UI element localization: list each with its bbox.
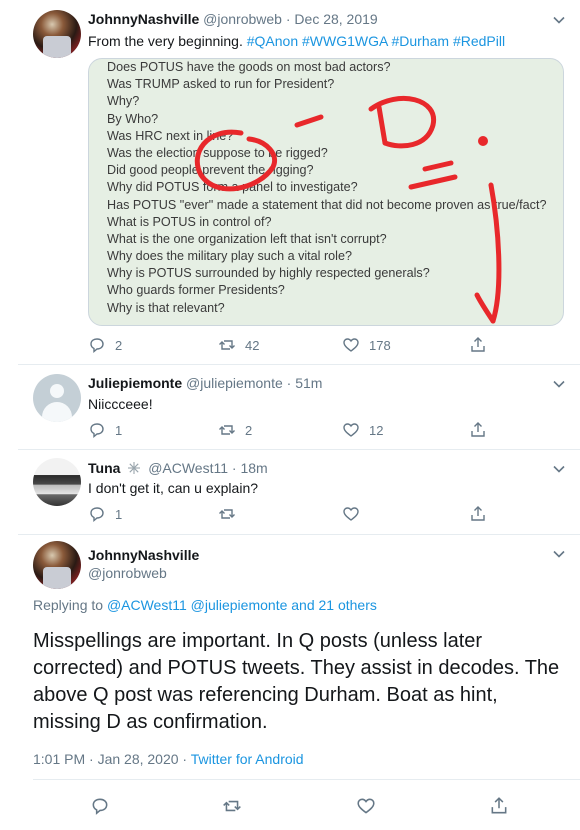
display-name-row: JohnnyNashville: [88, 547, 199, 563]
handle[interactable]: @jonrobweb: [203, 11, 282, 27]
tweet-2[interactable]: Juliepiemonte @juliepiemonte · 51m Niicc…: [0, 365, 580, 449]
display-name[interactable]: Juliepiemonte: [88, 375, 182, 391]
default-avatar-head: [50, 384, 64, 398]
avatar[interactable]: [33, 458, 81, 506]
chevron-down-icon[interactable]: [552, 13, 566, 27]
retweet-count: 42: [245, 337, 260, 353]
like-button[interactable]: [356, 796, 376, 816]
default-avatar-body: [42, 402, 72, 422]
retweet-count: 2: [245, 422, 253, 438]
tweet-header: Juliepiemonte @juliepiemonte · 51m: [88, 375, 322, 391]
handle[interactable]: @jonrobweb: [88, 565, 167, 581]
handle[interactable]: @ACWest11: [148, 460, 228, 476]
share-button[interactable]: [489, 796, 509, 816]
display-name[interactable]: JohnnyNashville: [88, 11, 199, 27]
retweet-button[interactable]: 42: [218, 336, 259, 354]
divider: [33, 779, 580, 780]
tweet-text: I don't get it, can u explain?: [88, 480, 259, 496]
sparkle-emoji-icon: [128, 462, 141, 474]
share-icon: [471, 337, 485, 352]
chevron-down-icon[interactable]: [552, 377, 566, 391]
tweet-text: Niiccceee!: [88, 396, 153, 412]
retweet-icon: [219, 425, 235, 435]
separator: ·: [286, 375, 292, 391]
replying-prefix: Replying to: [33, 597, 107, 613]
tweet-3[interactable]: Tuna @ACWest11 · 18m I don't get it, can…: [0, 450, 580, 534]
separator: ·: [231, 460, 237, 476]
timestamp[interactable]: Dec 28, 2019: [294, 11, 377, 27]
share-icon: [471, 422, 485, 437]
heart-icon: [343, 338, 359, 352]
reply-button[interactable]: [90, 796, 110, 816]
retweet-button[interactable]: [222, 796, 242, 816]
tweet-source[interactable]: Twitter for Android: [191, 751, 304, 767]
like-count: 178: [369, 337, 391, 353]
share-button[interactable]: [469, 421, 487, 439]
chevron-down-icon[interactable]: [552, 547, 566, 561]
reply-button[interactable]: 1: [88, 505, 122, 523]
tweet-actions: 1 2 12: [88, 421, 558, 439]
like-button[interactable]: 178: [342, 336, 391, 354]
tweet-actions: 2 42 178: [88, 336, 558, 354]
tweet-metadata: 1:01 PM · Jan 28, 2020 · Twitter for And…: [33, 751, 304, 767]
tweet-text: From the very beginning. #QAnon #WWG1WGA…: [88, 33, 505, 49]
share-icon: [491, 797, 507, 814]
reply-count: 2: [115, 337, 123, 353]
hashtag[interactable]: #QAnon: [247, 33, 298, 49]
heart-icon: [357, 798, 375, 814]
retweet-icon: [223, 800, 241, 812]
display-name[interactable]: JohnnyNashville: [88, 547, 199, 563]
timestamp[interactable]: 51m: [295, 375, 322, 391]
tweet-header: JohnnyNashville @jonrobweb · Dec 28, 201…: [88, 11, 378, 27]
replying-to-users[interactable]: @ACWest11 @juliepiemonte and 21 others: [107, 597, 377, 613]
reply-count: 1: [115, 422, 123, 438]
chevron-down-icon[interactable]: [552, 462, 566, 476]
red-marker-scribble: [194, 95, 502, 324]
handle[interactable]: @juliepiemonte: [186, 375, 283, 391]
like-button[interactable]: [342, 505, 360, 523]
retweet-button[interactable]: 2: [218, 421, 252, 439]
reply-count: 1: [115, 506, 123, 522]
avatar[interactable]: [33, 541, 81, 589]
tweet-header: Tuna @ACWest11 · 18m: [88, 460, 268, 476]
hashtag[interactable]: #RedPill: [453, 33, 505, 49]
tweet-1[interactable]: JohnnyNashville @jonrobweb · Dec 28, 201…: [0, 0, 580, 364]
hashtag[interactable]: #WWG1WGA: [302, 33, 388, 49]
handle-row: @jonrobweb: [88, 565, 167, 581]
tweet-image[interactable]: Does POTUS have the goods on most bad ac…: [88, 58, 564, 326]
share-icon: [471, 506, 485, 521]
separator: ·: [285, 11, 291, 27]
reply-button[interactable]: 1: [88, 421, 122, 439]
tweet-actions: 1: [88, 505, 558, 523]
reply-icon: [90, 423, 104, 438]
avatar[interactable]: [33, 374, 81, 422]
share-button[interactable]: [469, 336, 487, 354]
reply-icon: [90, 507, 104, 522]
reply-icon: [90, 338, 104, 353]
tweet-time[interactable]: 1:01 PM · Jan 28, 2020 ·: [33, 751, 191, 767]
like-count: 12: [369, 422, 384, 438]
heart-icon: [343, 423, 359, 437]
like-button[interactable]: 12: [342, 421, 383, 439]
avatar[interactable]: [33, 10, 81, 58]
focused-tweet-actions: [90, 796, 560, 816]
tweet-text-plain: From the very beginning.: [88, 33, 247, 49]
heart-icon: [343, 507, 359, 521]
timestamp[interactable]: 18m: [240, 460, 267, 476]
retweet-icon: [219, 509, 235, 519]
retweet-icon: [219, 340, 235, 350]
replying-to: Replying to @ACWest11 @juliepiemonte and…: [33, 597, 377, 613]
retweet-button[interactable]: [218, 505, 236, 523]
reply-button[interactable]: 2: [88, 336, 122, 354]
reply-icon: [92, 798, 108, 815]
display-name[interactable]: Tuna: [88, 460, 120, 476]
hashtag[interactable]: #Durham: [391, 33, 449, 49]
share-button[interactable]: [469, 505, 487, 523]
tweet-text: Misspellings are important. In Q posts (…: [33, 630, 560, 733]
